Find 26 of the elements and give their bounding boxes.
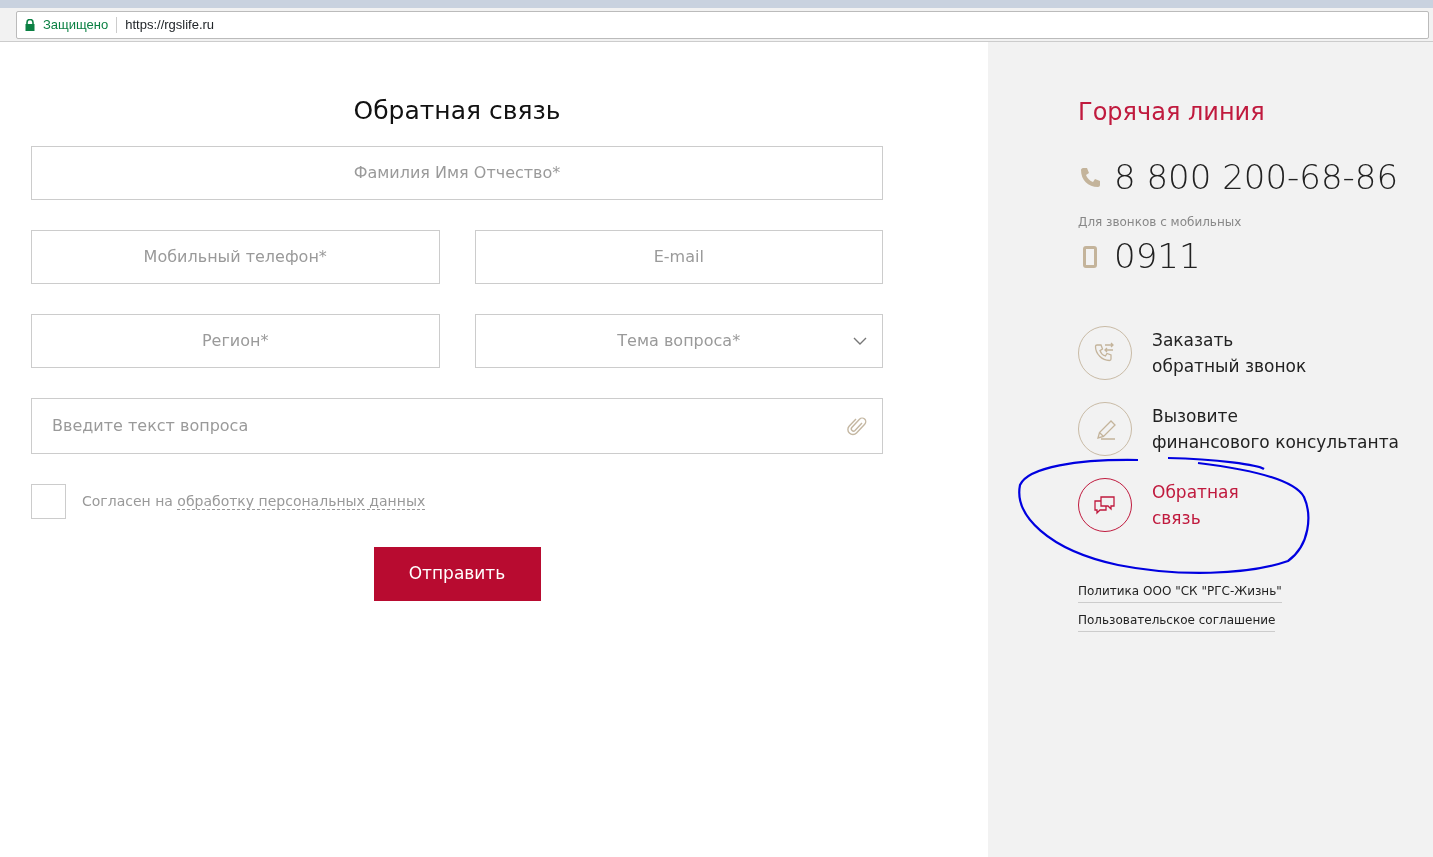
- chevron-down-icon: [853, 336, 867, 345]
- input-field[interactable]: Фамилия Имя Отчество*: [31, 145, 883, 200]
- submit-button[interactable]: Отправить: [373, 546, 541, 601]
- form-title: Обратная связь: [352, 95, 562, 127]
- phone-number[interactable]: 8 800 200-68-86: [1114, 152, 1399, 203]
- address-bar[interactable]: Защищено https://rgslife.ru: [16, 10, 1429, 39]
- consent-checkbox[interactable]: [31, 483, 66, 519]
- consent-text: Согласен на обработку персональных данных: [82, 491, 426, 512]
- secure-label: Защищено: [43, 15, 109, 34]
- input-field[interactable]: E-mail: [474, 229, 883, 284]
- footer-link[interactable]: Пользовательское соглашение: [1078, 611, 1276, 632]
- topic-dropdown[interactable]: Тема вопроса*: [474, 313, 883, 368]
- input-field[interactable]: Регион*: [31, 313, 440, 368]
- paperclip-icon[interactable]: [847, 414, 867, 437]
- input-field[interactable]: Мобильный телефон*: [31, 229, 440, 284]
- phone-number[interactable]: 0911: [1114, 231, 1201, 282]
- lock-icon: [25, 18, 35, 31]
- sidebar-action-link[interactable]: Заказать обратный звонок: [1078, 326, 1433, 380]
- phone-icon: [1078, 165, 1102, 190]
- url-text: https://rgslife.ru: [125, 15, 215, 34]
- hotline-title: Горячая линия: [1078, 97, 1266, 128]
- sidebar-action-link[interactable]: Обратная связь: [1078, 478, 1433, 532]
- sidebar-action-link[interactable]: Вызовите финансового консультанта: [1078, 402, 1433, 456]
- footer-link[interactable]: Политика ООО "СК "РГС-Жизнь": [1078, 582, 1282, 603]
- question-field[interactable]: Введите текст вопроса: [31, 397, 883, 454]
- phone-note: Для звонков с мобильных: [1078, 214, 1243, 231]
